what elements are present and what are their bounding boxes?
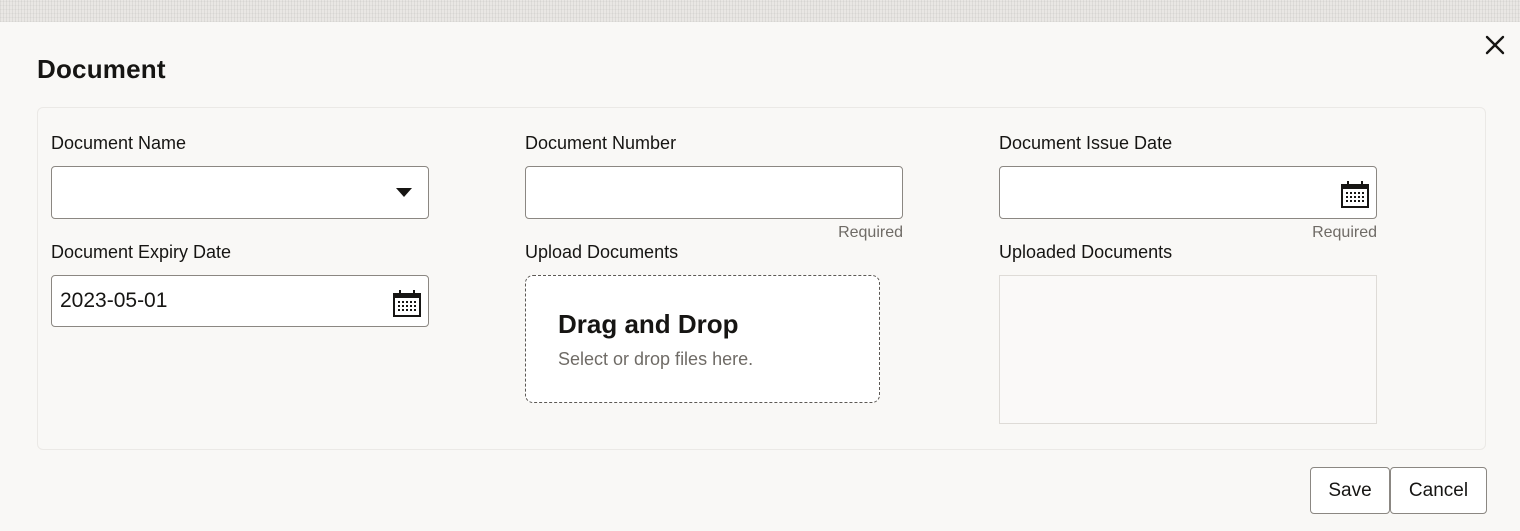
file-dropzone[interactable]: Drag and Drop Select or drop files here.	[525, 275, 880, 403]
document-number-label: Document Number	[525, 133, 677, 153]
uploaded-documents-list	[999, 275, 1377, 424]
calendar-icon[interactable]	[392, 288, 422, 318]
save-button[interactable]: Save	[1310, 467, 1390, 514]
uploaded-documents-label: Uploaded Documents	[999, 242, 1173, 262]
dialog-title: Document	[37, 54, 166, 84]
close-button[interactable]	[1480, 32, 1510, 58]
document-name-select[interactable]	[51, 166, 429, 219]
document-name-label: Document Name	[51, 133, 187, 153]
upload-documents-label: Upload Documents	[525, 242, 679, 262]
document-number-required: Required	[838, 224, 903, 241]
document-issue-date-input[interactable]	[1000, 167, 1376, 218]
document-expiry-date-input[interactable]	[52, 276, 428, 326]
document-issue-date-field	[999, 166, 1377, 219]
document-number-field	[525, 166, 903, 219]
dropzone-title: Drag and Drop	[558, 309, 739, 339]
background-page-pattern	[0, 0, 1520, 22]
document-issue-date-label: Document Issue Date	[999, 133, 1173, 153]
document-issue-date-required: Required	[1312, 224, 1377, 241]
close-icon	[1480, 34, 1510, 56]
calendar-icon[interactable]	[1340, 179, 1370, 209]
document-number-input[interactable]	[526, 167, 902, 218]
document-expiry-date-label: Document Expiry Date	[51, 242, 232, 262]
cancel-button[interactable]: Cancel	[1390, 467, 1487, 514]
chevron-down-icon[interactable]	[396, 188, 412, 197]
dropzone-subtitle: Select or drop files here.	[558, 349, 754, 369]
document-expiry-date-field	[51, 275, 429, 327]
